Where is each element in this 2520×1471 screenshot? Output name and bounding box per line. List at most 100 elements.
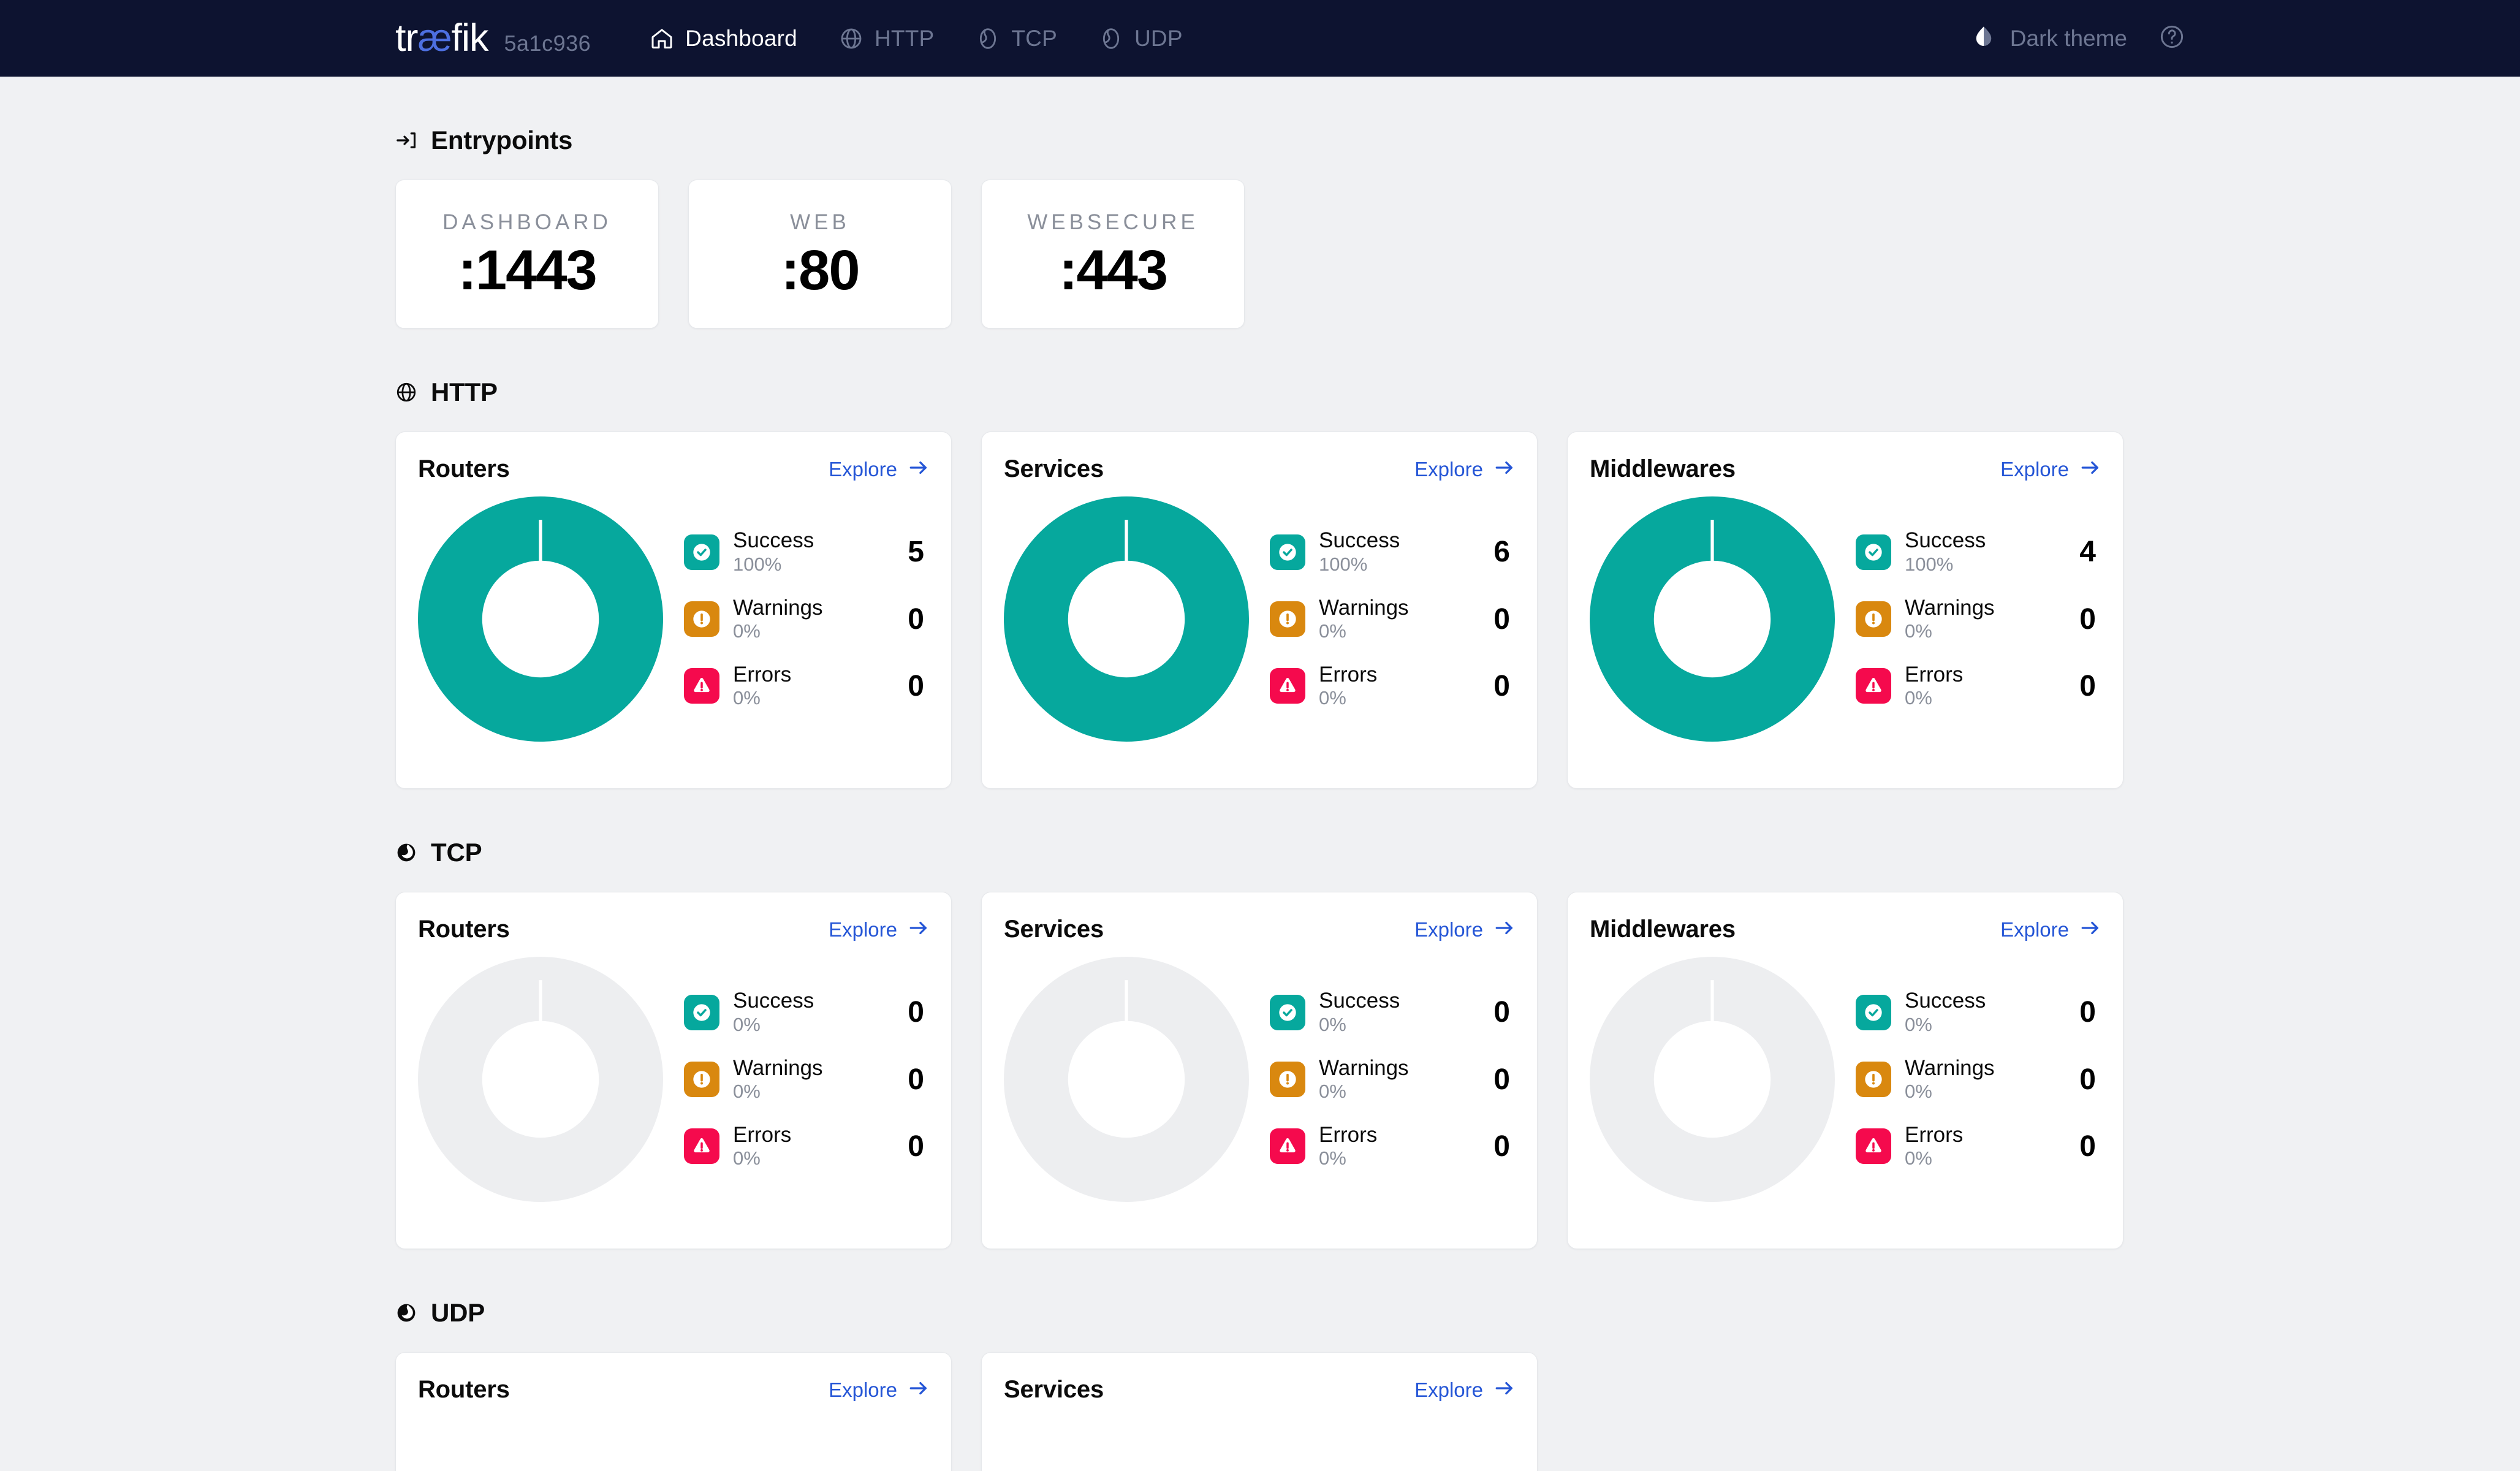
legend-percent: 100% — [733, 553, 887, 576]
explore-label: Explore — [2000, 458, 2069, 481]
check-circle-icon — [684, 534, 719, 570]
legend-row-warnings: Warnings 0% 0 — [1270, 596, 1510, 642]
dark-theme-label: Dark theme — [2010, 26, 2127, 51]
card-body: Success 100% 4 Warnings 0% 0 — [1590, 496, 2101, 742]
legend-label: Success — [1319, 989, 1473, 1013]
legend-label: Warnings — [733, 596, 887, 620]
legend-row-warnings: Warnings 0% 0 — [684, 596, 924, 642]
legend-percent: 100% — [1319, 553, 1473, 576]
legend: Success 0% 0 Warnings 0% 0 — [1249, 989, 1515, 1169]
legend-row-warnings: Warnings 0% 0 — [684, 1056, 924, 1103]
nav-item-udp[interactable]: UDP — [1078, 0, 1204, 77]
legend-label: Errors — [1319, 663, 1473, 686]
dark-theme-toggle[interactable]: Dark theme — [1953, 24, 2146, 53]
warning-triangle-icon — [1270, 668, 1305, 704]
legend-value: 0 — [1473, 995, 1510, 1029]
warning-triangle-icon — [1270, 1128, 1305, 1164]
home-icon — [650, 26, 674, 51]
card-title: Routers — [418, 455, 510, 483]
explore-link[interactable]: Explore — [829, 1378, 929, 1402]
sphere-icon — [395, 842, 417, 864]
legend-value: 0 — [2059, 669, 2096, 703]
arrow-right-icon — [2080, 918, 2101, 941]
warning-triangle-icon — [684, 1128, 719, 1164]
legend-label: Success — [1905, 528, 2059, 552]
legend-value: 0 — [2059, 602, 2096, 636]
card-title: Middlewares — [1590, 455, 1736, 483]
section-header-udp: UDP — [395, 1298, 2125, 1328]
explore-link[interactable]: Explore — [829, 918, 929, 941]
legend-value: 6 — [1473, 535, 1510, 569]
explore-label: Explore — [829, 458, 897, 481]
legend-row-errors: Errors 0% 0 — [1270, 663, 1510, 709]
sphere-icon — [976, 26, 1000, 51]
stat-card-tcp-routers: Routers Explore Success 0% — [395, 892, 952, 1249]
section-title: UDP — [431, 1298, 485, 1328]
entrypoint-card[interactable]: WEBSECURE :443 — [981, 180, 1245, 329]
explore-link[interactable]: Explore — [1414, 918, 1515, 941]
legend-row-success: Success 100% 6 — [1270, 528, 1510, 575]
legend-percent: 0% — [1319, 686, 1473, 709]
legend-label: Success — [733, 989, 887, 1013]
globe-icon — [395, 381, 417, 403]
entrypoint-card[interactable]: WEB :80 — [688, 180, 952, 329]
nav-item-label: UDP — [1134, 26, 1183, 51]
exclamation-circle-icon — [1270, 1062, 1305, 1097]
check-circle-icon — [1856, 534, 1891, 570]
arrow-right-icon — [2080, 457, 2101, 481]
card-body: Success 0% 0 Warnings 0% 0 — [1004, 957, 1515, 1202]
donut-chart-empty — [1590, 957, 1835, 1202]
entrypoint-card[interactable]: DASHBOARD :1443 — [395, 180, 659, 329]
donut-chart-empty — [1004, 957, 1249, 1202]
legend-row-success: Success 0% 0 — [684, 989, 924, 1035]
donut-chart — [418, 496, 663, 742]
warning-triangle-icon — [684, 668, 719, 704]
nav-item-http[interactable]: HTTP — [818, 0, 955, 77]
legend-row-errors: Errors 0% 0 — [1856, 663, 2096, 709]
legend-value: 0 — [2059, 1063, 2096, 1097]
arrow-right-icon — [908, 1378, 929, 1402]
legend: Success 0% 0 Warnings 0% 0 — [663, 989, 929, 1169]
legend-label: Errors — [1905, 1123, 2059, 1147]
help-button[interactable] — [2146, 24, 2198, 53]
sphere-icon — [395, 1302, 417, 1324]
nav-item-tcp[interactable]: TCP — [955, 0, 1078, 77]
card-body: Success 100% 5 Warnings 0% 0 — [418, 496, 929, 742]
card-header: Middlewares Explore — [1590, 916, 2101, 943]
card-title: Middlewares — [1590, 916, 1736, 943]
explore-link[interactable]: Explore — [2000, 457, 2101, 481]
page-content: Entrypoints DASHBOARD :1443 WEB :80 WEBS… — [0, 126, 2520, 1471]
card-header: Services Explore — [1004, 455, 1515, 483]
explore-label: Explore — [829, 918, 897, 941]
legend-row-warnings: Warnings 0% 0 — [1270, 1056, 1510, 1103]
entry-arrow-icon — [395, 129, 417, 151]
card-header: Services Explore — [1004, 916, 1515, 943]
card-body: Success 0% 0 Warnings 0% 0 — [418, 957, 929, 1202]
exclamation-circle-icon — [1270, 601, 1305, 637]
udp-cards-row: Routers Explore Services Explore — [395, 1352, 2125, 1471]
legend-value: 0 — [1473, 1063, 1510, 1097]
stat-card-udp-services: Services Explore — [981, 1352, 1538, 1471]
tcp-cards-row: Routers Explore Success 0% — [395, 892, 2125, 1249]
entrypoint-name: WEB — [790, 210, 850, 235]
explore-label: Explore — [2000, 918, 2069, 941]
legend-value: 4 — [2059, 535, 2096, 569]
stat-card-http-middlewares: Middlewares Explore Success 100% — [1567, 431, 2123, 789]
section-header-http: HTTP — [395, 378, 2125, 407]
nav-item-label: Dashboard — [685, 26, 797, 51]
top-navbar: træfik 5a1c936 Dashboard HTTP TCP UDP — [0, 0, 2520, 77]
exclamation-circle-icon — [1856, 601, 1891, 637]
legend-percent: 0% — [733, 1013, 887, 1036]
explore-link[interactable]: Explore — [829, 457, 929, 481]
nav-item-dashboard[interactable]: Dashboard — [629, 0, 818, 77]
entrypoint-port: :1443 — [458, 242, 596, 298]
legend-label: Errors — [733, 1123, 887, 1147]
explore-link[interactable]: Explore — [1414, 457, 1515, 481]
brand-logo-group[interactable]: træfik 5a1c936 — [395, 19, 591, 58]
legend: Success 100% 4 Warnings 0% 0 — [1835, 528, 2101, 709]
explore-link[interactable]: Explore — [2000, 918, 2101, 941]
exclamation-circle-icon — [1856, 1062, 1891, 1097]
legend-value: 0 — [887, 1063, 924, 1097]
section-header-entrypoints: Entrypoints — [395, 126, 2125, 155]
explore-link[interactable]: Explore — [1414, 1378, 1515, 1402]
